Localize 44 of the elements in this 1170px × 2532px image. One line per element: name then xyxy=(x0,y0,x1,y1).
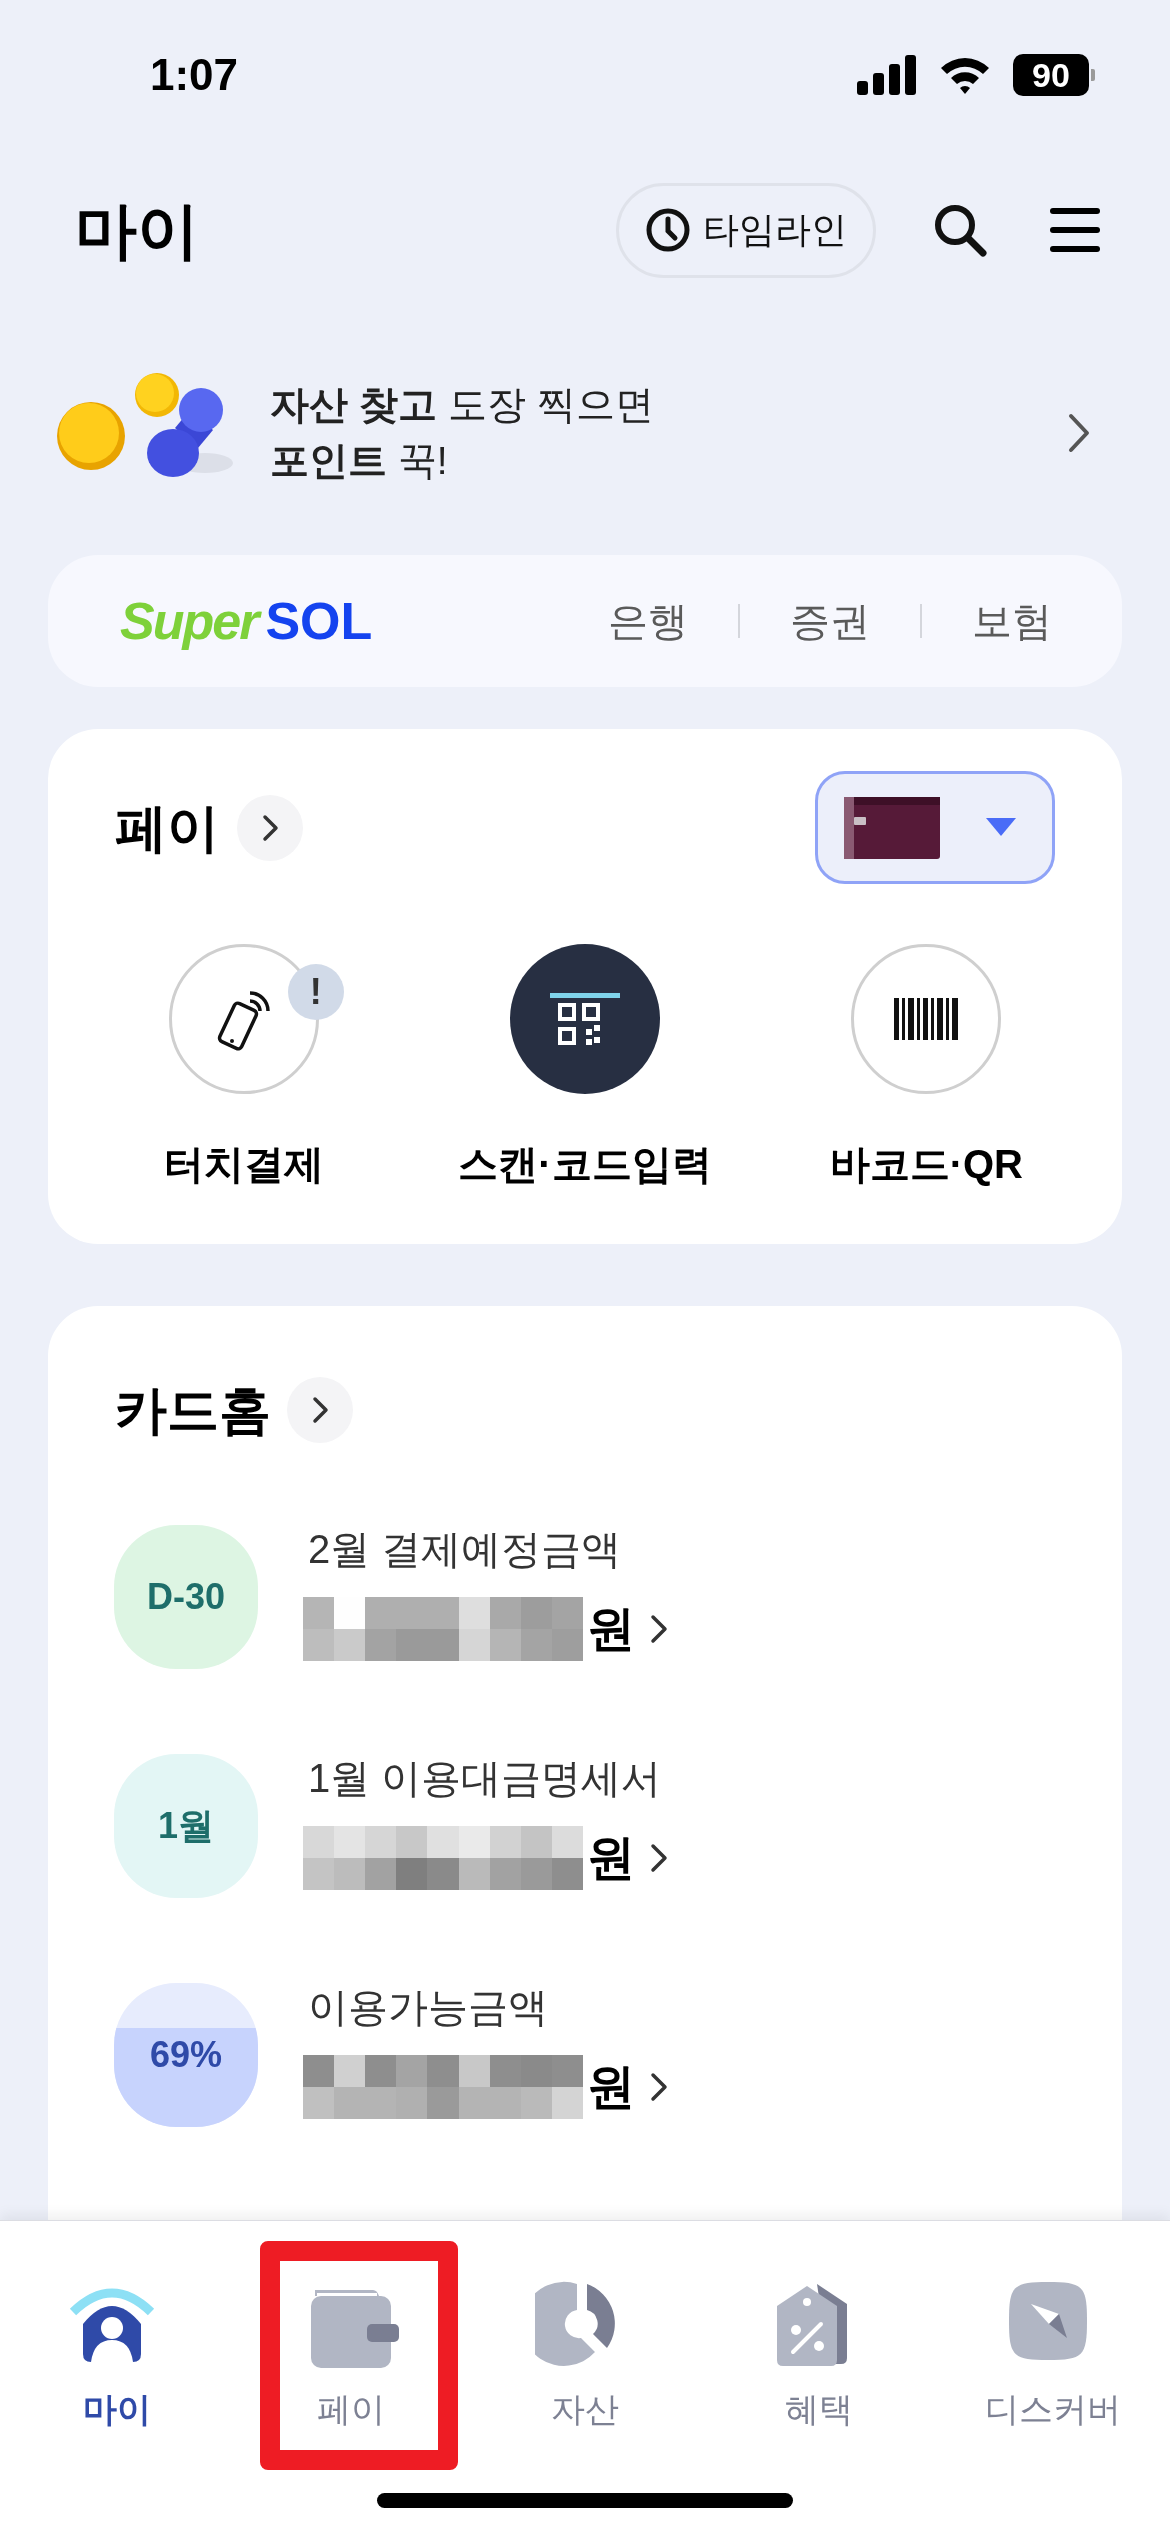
chevron-right-icon[interactable] xyxy=(649,2071,669,2103)
service-link[interactable]: 보험 xyxy=(972,591,1052,651)
badge-text: 69% xyxy=(149,2033,223,2077)
qr-scan-icon xyxy=(550,993,620,1045)
chevron-right-icon[interactable] xyxy=(237,794,303,861)
page-title: 마이 xyxy=(75,194,200,267)
chevron-right-icon[interactable] xyxy=(287,1377,353,1443)
battery-level: 90 xyxy=(1013,54,1089,96)
service-link[interactable]: 증권 xyxy=(790,591,870,651)
chevron-right-icon[interactable] xyxy=(649,1842,669,1874)
barcode-icon xyxy=(894,998,959,1040)
pay-action-label: 바코드·QR xyxy=(829,1141,1023,1188)
promo-text[interactable]: 자산 찾고 도장 찍으면 포인트 꾹! xyxy=(270,376,1068,489)
amount-label: 2월 결제예정금액 xyxy=(308,1529,623,1569)
card-selector[interactable] xyxy=(815,771,1055,884)
pay-action-label: 터치결제 xyxy=(163,1141,324,1188)
currency-unit: 원 xyxy=(587,1830,635,1886)
service-link[interactable]: 은행 xyxy=(608,591,688,651)
dropdown-triangle-icon xyxy=(986,817,1016,838)
signal-icon xyxy=(857,55,917,95)
timeline-button[interactable]: 타임라인 xyxy=(616,182,876,278)
nav-tab[interactable]: 디스커버 xyxy=(936,2276,1170,2435)
wifi-icon xyxy=(939,55,991,95)
status-time: 1:07 xyxy=(150,49,239,101)
nav-tab[interactable]: 혜택 xyxy=(702,2276,936,2435)
currency-unit: 원 xyxy=(587,2059,635,2115)
menu-icon[interactable] xyxy=(1050,208,1100,252)
nav-tab[interactable]: 페이 xyxy=(234,2276,468,2435)
nav-tab[interactable]: 자산 xyxy=(468,2276,702,2435)
currency-unit: 원 xyxy=(587,1601,635,1657)
nav-tab[interactable]: 마이 xyxy=(0,2276,234,2435)
clock-icon xyxy=(645,207,691,253)
chevron-right-icon[interactable] xyxy=(649,1613,669,1645)
section-title: 카드홈 xyxy=(115,1380,271,1441)
badge-text: D-30 xyxy=(147,1575,225,1619)
card-thumbnail-icon xyxy=(844,796,940,859)
amount-label: 1월 이용대금명세서 xyxy=(308,1758,663,1798)
badge-text: 1월 xyxy=(158,1804,214,1848)
chevron-right-icon[interactable] xyxy=(1068,412,1090,453)
section-title: 페이 xyxy=(115,797,219,859)
amount-label: 이용가능금액 xyxy=(308,1987,549,2027)
logo-sol: SOL xyxy=(265,595,373,647)
search-icon[interactable] xyxy=(932,202,988,258)
pay-action-label: 스캔·코드입력 xyxy=(458,1141,712,1188)
